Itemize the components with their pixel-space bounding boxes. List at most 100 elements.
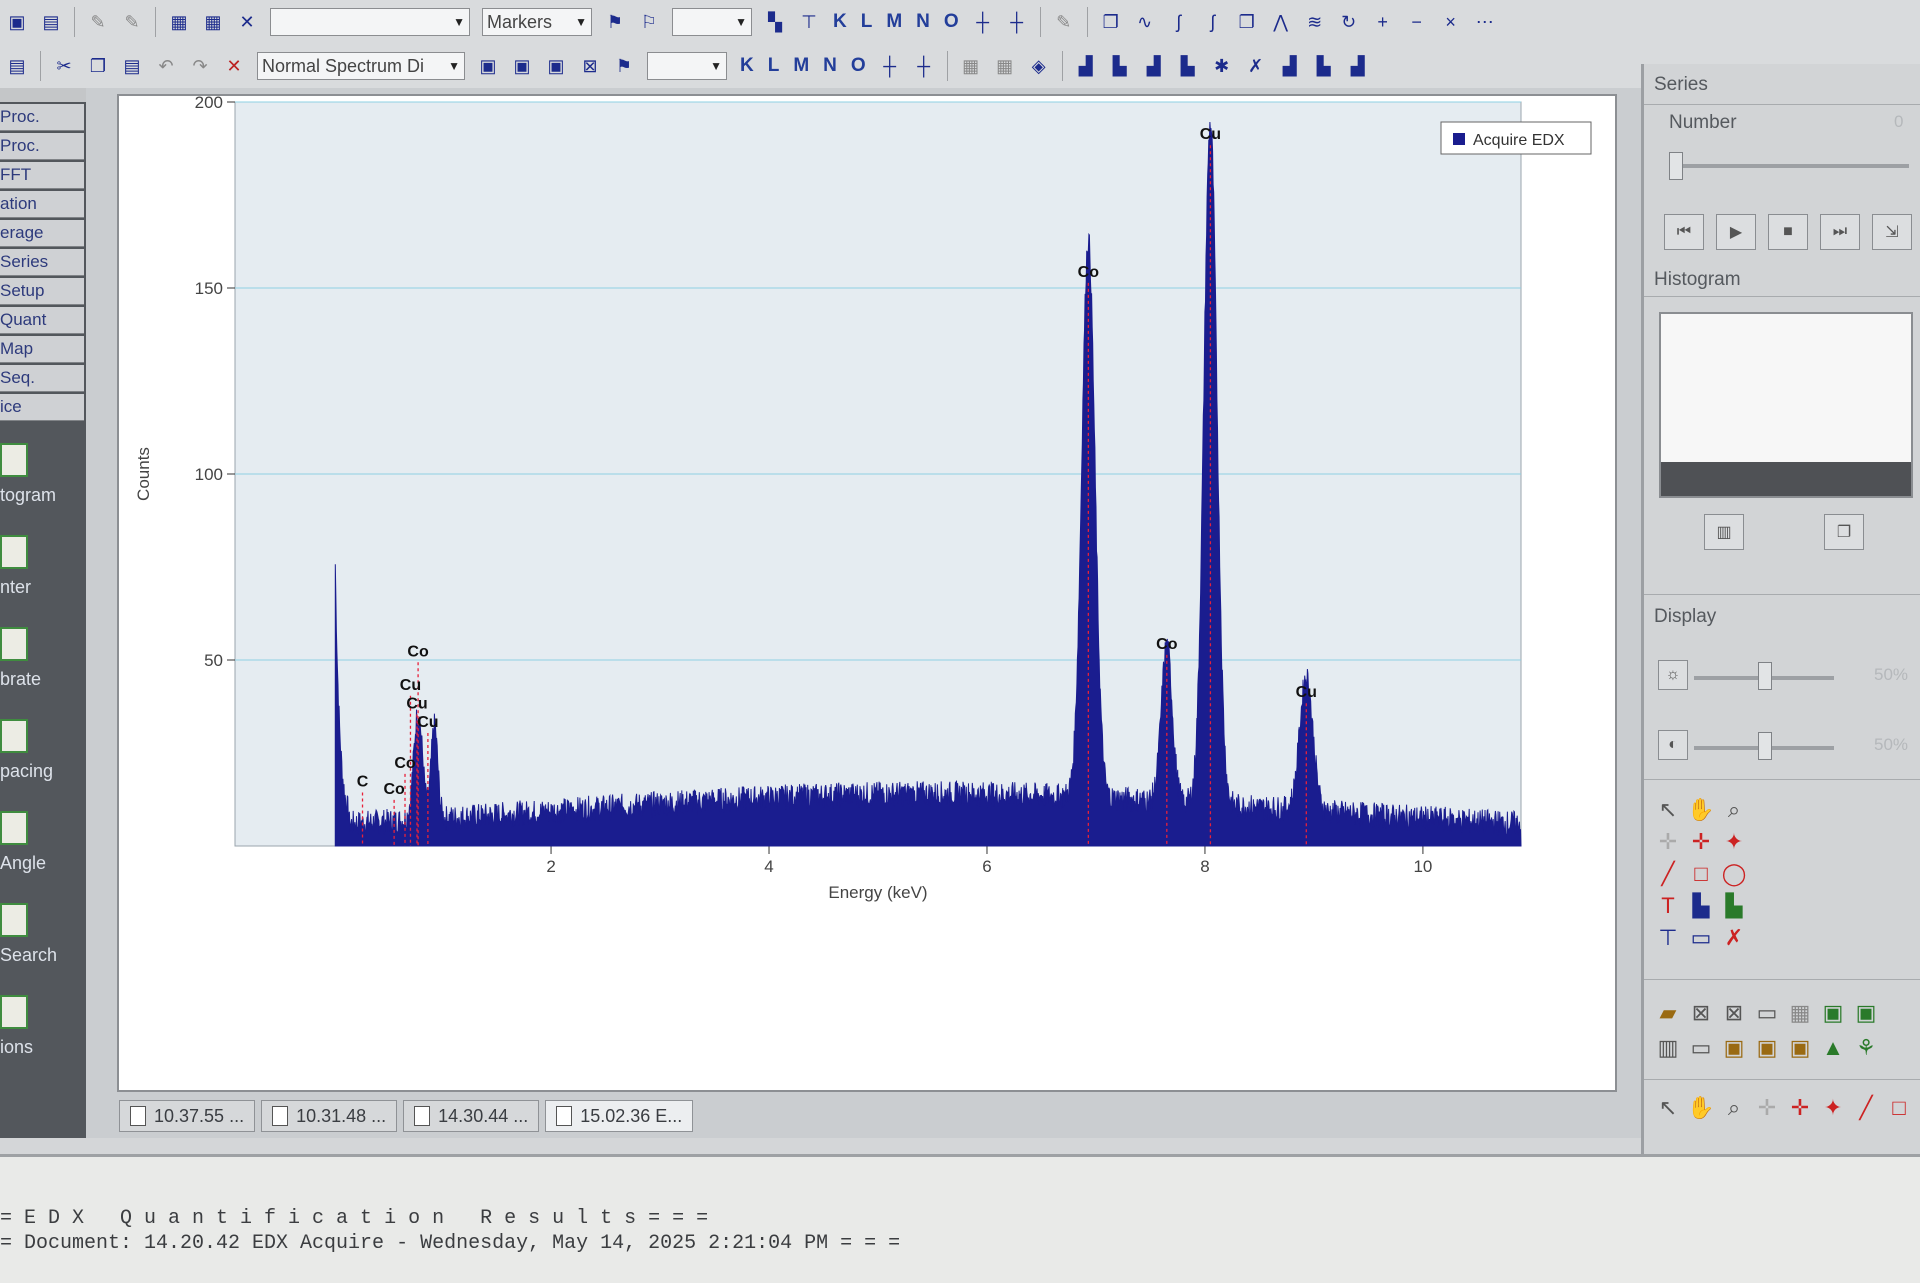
close-icon[interactable]: ×	[1438, 9, 1464, 35]
sidebar-item[interactable]: ice	[0, 394, 84, 421]
tool-icon[interactable]: ✎	[85, 9, 111, 35]
frame-icon[interactable]: ▣	[509, 53, 535, 79]
line-m-button[interactable]: M	[793, 55, 809, 77]
zoom-icon[interactable]: ⌕	[1720, 1094, 1748, 1122]
grid-icon[interactable]: ▦	[992, 53, 1018, 79]
stop-button[interactable]: ■	[1768, 214, 1808, 250]
marker-icon[interactable]: ┼	[970, 9, 996, 35]
undo-icon[interactable]: ↶	[153, 53, 179, 79]
line-o-button[interactable]: O	[944, 11, 959, 33]
function-icon[interactable]: ʃ	[1200, 9, 1226, 35]
chart-icon[interactable]: ✗	[1243, 53, 1269, 79]
line-o-button[interactable]: O	[851, 55, 866, 77]
sidebar-item[interactable]: Setup	[0, 278, 84, 305]
window-icon[interactable]: ▭	[1753, 999, 1781, 1027]
profile-tool-icon[interactable]: ▙	[1720, 892, 1748, 920]
sidebar-tool[interactable]: togram	[0, 435, 86, 527]
element-icon[interactable]: ⚑	[602, 9, 628, 35]
layout-icon[interactable]: ▭	[1687, 1034, 1715, 1062]
document-tab[interactable]: 14.30.44 ...	[403, 1100, 540, 1132]
spectrum-icon[interactable]: ▚	[762, 9, 788, 35]
refresh-icon[interactable]: ↻	[1336, 9, 1362, 35]
document-tab[interactable]: 10.37.55 ...	[119, 1100, 256, 1132]
chart-icon[interactable]: ✱	[1209, 53, 1235, 79]
line-icon[interactable]: ⊤	[796, 9, 822, 35]
chart-icon[interactable]: ▙	[1175, 53, 1201, 79]
chart-icon[interactable]: ▟	[1141, 53, 1167, 79]
line-tool-icon[interactable]: ╱	[1654, 860, 1682, 888]
cut-icon[interactable]: ✂	[51, 53, 77, 79]
sidebar-tool[interactable]: Search	[0, 895, 86, 987]
frame-icon[interactable]: ▣	[1786, 1034, 1814, 1062]
document-tab-active[interactable]: 15.02.36 E...	[545, 1100, 694, 1132]
hand-icon[interactable]: ✋	[1687, 1094, 1715, 1122]
line-m-button[interactable]: M	[886, 11, 902, 33]
grid-icon[interactable]: ▦	[166, 9, 192, 35]
marker-icon[interactable]: ┼	[911, 53, 937, 79]
delete-file-icon[interactable]: ⊠	[1720, 999, 1748, 1027]
open-icon[interactable]: ▣	[4, 9, 30, 35]
element-icon[interactable]: ⚐	[636, 9, 662, 35]
sidebar-tool[interactable]: Angle	[0, 803, 86, 895]
tool-icon[interactable]: ▤	[4, 53, 30, 79]
chart-icon[interactable]: ▟	[1073, 53, 1099, 79]
profile-tool-icon[interactable]: ▙	[1687, 892, 1715, 920]
chart-icon[interactable]: ▙	[1107, 53, 1133, 79]
brightness-button[interactable]: ☼	[1658, 660, 1688, 690]
document-tab[interactable]: 10.31.48 ...	[261, 1100, 398, 1132]
sidebar-tool[interactable]: ions	[0, 987, 86, 1079]
skip-back-button[interactable]: ⏮	[1664, 214, 1704, 250]
display-mode-combo[interactable]: Normal Spectrum Di ▼	[257, 52, 465, 80]
folder-icon[interactable]: ▰	[1654, 999, 1682, 1027]
frame-icon[interactable]: ▣	[475, 53, 501, 79]
rectangle-tool-icon[interactable]: □	[1885, 1094, 1913, 1122]
line-k-button[interactable]: K	[833, 11, 847, 33]
play-button[interactable]: ▶	[1716, 214, 1756, 250]
copy-icon[interactable]: ❐	[1234, 9, 1260, 35]
brightness-slider-thumb[interactable]	[1758, 662, 1772, 690]
hand-icon[interactable]: ✋	[1687, 796, 1715, 824]
more-icon[interactable]: ⋯	[1472, 9, 1498, 35]
redo-icon[interactable]: ↷	[187, 53, 213, 79]
delete-icon[interactable]: ✕	[221, 53, 247, 79]
sidebar-item[interactable]: FFT	[0, 162, 84, 189]
chart-icon[interactable]: ▟	[1345, 53, 1371, 79]
selection-combo[interactable]: ▼	[270, 8, 470, 36]
function-icon[interactable]: ʃ	[1166, 9, 1192, 35]
markers-combo[interactable]: Markers ▼	[482, 8, 592, 36]
sidebar-item[interactable]: Seq.	[0, 365, 84, 392]
pointer-icon[interactable]: ↖	[1654, 796, 1682, 824]
histogram-copy-button[interactable]: ❐	[1824, 514, 1864, 550]
sidebar-tool[interactable]: brate	[0, 619, 86, 711]
crosshair-icon[interactable]: ✛	[1687, 828, 1715, 856]
grid-icon[interactable]: ▦	[200, 9, 226, 35]
sidebar-item[interactable]: Proc.	[0, 104, 84, 131]
text-tool-icon[interactable]: T	[1654, 892, 1682, 920]
series-slider[interactable]	[1669, 164, 1909, 168]
frame-icon[interactable]: ▣	[543, 53, 569, 79]
sidebar-item[interactable]: erage	[0, 220, 84, 247]
line-l-button[interactable]: L	[768, 55, 780, 77]
tool-icon[interactable]: ✎	[1051, 9, 1077, 35]
tool-icon[interactable]: ✎	[119, 9, 145, 35]
crosshair-icon[interactable]: ✛	[1654, 828, 1682, 856]
sidebar-item[interactable]: Quant	[0, 307, 84, 334]
element-combo[interactable]: ▼	[647, 52, 727, 80]
measure-tool-icon[interactable]: ⊤	[1654, 924, 1682, 952]
eraser-icon[interactable]: ◈	[1026, 53, 1052, 79]
paste-icon[interactable]: ▤	[119, 53, 145, 79]
minus-icon[interactable]: −	[1404, 9, 1430, 35]
copy-icon[interactable]: ❐	[1098, 9, 1124, 35]
histogram-settings-button[interactable]: ▥	[1704, 514, 1744, 550]
line-k-button[interactable]: K	[740, 55, 754, 77]
zoom-icon[interactable]: ⌕	[1720, 796, 1748, 824]
series-slider-thumb[interactable]	[1669, 152, 1683, 180]
sidebar-tool[interactable]: pacing	[0, 711, 86, 803]
point-icon[interactable]: ✦	[1819, 1094, 1847, 1122]
save-icon[interactable]: ▣	[1852, 999, 1880, 1027]
chart-icon[interactable]: ▟	[1277, 53, 1303, 79]
point-icon[interactable]: ✦	[1720, 828, 1748, 856]
ellipse-tool-icon[interactable]: ◯	[1720, 860, 1748, 888]
element-icon[interactable]: ⚑	[611, 53, 637, 79]
copy-icon[interactable]: ❐	[85, 53, 111, 79]
